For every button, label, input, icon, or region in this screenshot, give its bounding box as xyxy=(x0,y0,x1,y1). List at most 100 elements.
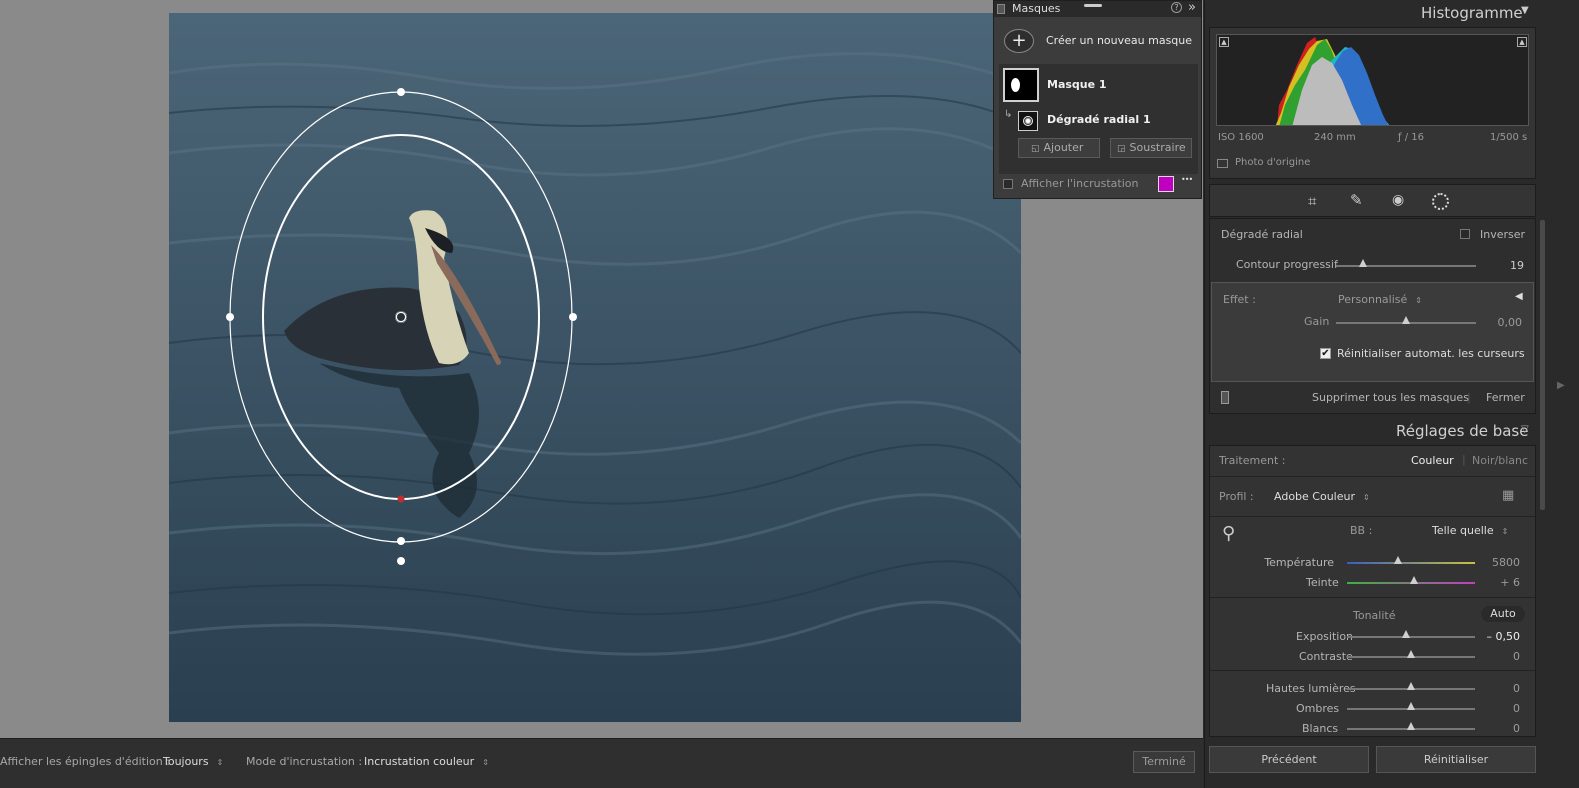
highlights-thumb[interactable] xyxy=(1407,682,1415,690)
left-handle[interactable] xyxy=(226,313,234,321)
histogram-title[interactable]: Histogramme xyxy=(1421,4,1523,22)
radial-gradient-label[interactable]: Dégradé radial 1 xyxy=(1047,113,1151,126)
overlay-color-swatch[interactable] xyxy=(1158,176,1174,192)
whites-thumb[interactable] xyxy=(1407,722,1415,730)
expand-panel-icon[interactable]: ▶ xyxy=(1557,380,1565,391)
gain-value[interactable]: 0,00 xyxy=(1482,316,1523,329)
add-button[interactable]: ◱ Ajouter xyxy=(1018,138,1100,158)
auto-reset-checkbox[interactable]: ✔ xyxy=(1320,348,1331,359)
outer-feather-ellipse[interactable] xyxy=(229,91,573,543)
highlight-clipping-icon[interactable]: ▲ xyxy=(1517,37,1527,47)
mask1-label[interactable]: Masque 1 xyxy=(1047,78,1107,91)
toggle-switch-icon[interactable] xyxy=(1221,391,1229,404)
masking-icon[interactable] xyxy=(1432,193,1449,210)
rotate-handle[interactable] xyxy=(397,557,405,565)
right-handle[interactable] xyxy=(569,313,577,321)
help-icon[interactable]: ? xyxy=(1171,2,1182,13)
delete-all-masks-button[interactable]: Supprimer tous les masques xyxy=(1312,391,1469,404)
feather-label: Contour progressif xyxy=(1236,258,1338,271)
shadows-value[interactable]: 0 xyxy=(1480,702,1520,715)
healing-icon[interactable]: ✎ xyxy=(1350,191,1363,209)
subtract-button[interactable]: ◲ Soustraire xyxy=(1110,138,1192,158)
bottom-toolbar: Afficher les épingles d'édition : Toujou… xyxy=(0,738,1203,788)
feather-value[interactable]: 19 xyxy=(1484,259,1524,272)
effect-collapse-icon[interactable]: ◀ xyxy=(1515,291,1523,302)
more-options-icon[interactable]: ••• xyxy=(1181,175,1193,184)
exposure-thumb[interactable] xyxy=(1401,630,1410,638)
done-button[interactable]: Terminé xyxy=(1133,751,1195,773)
temperature-thumb[interactable] xyxy=(1394,556,1403,564)
tint-label: Teinte xyxy=(1306,576,1339,589)
tint-thumb[interactable] xyxy=(1409,576,1418,584)
inner-ellipse[interactable] xyxy=(262,134,540,500)
photo-canvas[interactable] xyxy=(169,13,1021,722)
reset-button[interactable]: Réinitialiser xyxy=(1376,746,1536,773)
close-button[interactable]: Fermer xyxy=(1486,391,1525,404)
temperature-slider[interactable] xyxy=(1347,562,1475,564)
effect-label: Effet : xyxy=(1223,293,1256,306)
collapse-triangle-icon[interactable]: ▽ xyxy=(1521,424,1529,435)
bottom-handle[interactable] xyxy=(397,537,405,545)
redeye-icon[interactable]: ◉ xyxy=(1392,192,1404,208)
drag-handle-icon[interactable] xyxy=(1084,4,1102,7)
invert-label: Inverser xyxy=(1480,228,1526,241)
shadow-clipping-icon[interactable]: ▲ xyxy=(1219,37,1229,47)
temperature-value[interactable]: 5800 xyxy=(1480,556,1520,569)
treatment-label: Traitement : xyxy=(1219,454,1286,467)
masks-panel: Masques ? » + Créer un nouveau masque Ma… xyxy=(993,0,1202,199)
focal-info: 240 mm xyxy=(1314,132,1356,143)
basic-section: Traitement : Couleur | Noir/blanc Profil… xyxy=(1209,445,1536,737)
overlay-mode-select[interactable]: Incrustation couleur ⇕ xyxy=(364,755,489,768)
radial-gradient-overlay xyxy=(226,88,577,565)
original-photo-label[interactable]: Photo d'origine xyxy=(1235,157,1310,168)
center-pin[interactable] xyxy=(395,311,407,323)
exposure-slider[interactable] xyxy=(1347,636,1475,638)
highlights-value[interactable]: 0 xyxy=(1480,682,1520,695)
original-photo-icon[interactable] xyxy=(1217,159,1228,168)
gain-thumb[interactable] xyxy=(1402,316,1410,324)
crop-icon[interactable]: ⌗ xyxy=(1308,192,1316,210)
child-arrow-icon: ↳ xyxy=(1004,109,1013,120)
effect-select[interactable]: Personnalisé ⇕ xyxy=(1338,293,1422,306)
top-handle[interactable] xyxy=(397,88,405,96)
panel-grip-icon[interactable] xyxy=(997,4,1005,14)
shadows-thumb[interactable] xyxy=(1407,702,1415,710)
temperature-label: Température xyxy=(1264,556,1334,569)
separator: | xyxy=(1462,453,1466,466)
add-icon: ◱ xyxy=(1031,144,1040,154)
radial-gradient-thumbnail[interactable] xyxy=(1018,111,1038,131)
updown-icon: ⇕ xyxy=(482,758,489,767)
whites-value[interactable]: 0 xyxy=(1480,722,1520,735)
histogram-section: ▲ ▲ ISO 1600 240 mm ƒ / 16 1/500 s Photo… xyxy=(1209,27,1536,179)
collapse-triangle-icon[interactable]: ▼ xyxy=(1521,5,1529,16)
create-mask-button[interactable]: Créer un nouveau masque xyxy=(1046,34,1192,47)
contrast-thumb[interactable] xyxy=(1407,650,1415,658)
invert-checkbox[interactable] xyxy=(1460,229,1470,239)
feather-slider[interactable] xyxy=(1336,265,1476,267)
auto-tone-button[interactable]: Auto xyxy=(1481,606,1525,622)
panel-scrollbar[interactable] xyxy=(1540,220,1545,510)
contrast-value[interactable]: 0 xyxy=(1480,650,1520,663)
feather-thumb[interactable] xyxy=(1358,259,1367,267)
mask-ellipse-icon xyxy=(1011,78,1020,92)
mask1-thumbnail[interactable] xyxy=(1003,68,1039,102)
profile-select[interactable]: Adobe Couleur ⇕ xyxy=(1274,490,1370,503)
create-mask-plus-icon[interactable]: + xyxy=(1004,29,1034,53)
treatment-bw-option[interactable]: Noir/blanc xyxy=(1472,454,1528,467)
profile-browser-icon[interactable]: ▦ xyxy=(1502,488,1515,503)
feather-handle[interactable] xyxy=(397,495,405,503)
overlay-mode-label: Mode d'incrustation : xyxy=(246,755,363,768)
right-panel: Histogramme ▼ ▲ ▲ ISO 1600 240 mm ƒ / 16… xyxy=(1204,0,1539,788)
eyedropper-icon[interactable]: ⚲ xyxy=(1222,523,1235,544)
treatment-color-option[interactable]: Couleur xyxy=(1411,454,1454,467)
tint-value[interactable]: + 6 xyxy=(1480,576,1520,589)
collapse-icon[interactable]: » xyxy=(1188,0,1196,15)
masks-panel-header[interactable]: Masques ? » xyxy=(994,0,1201,17)
show-pins-select[interactable]: Toujours ⇕ xyxy=(163,755,223,768)
wb-select[interactable]: Telle quelle ⇕ xyxy=(1432,524,1508,537)
exposure-value[interactable]: – 0,50 xyxy=(1480,630,1521,643)
overlay-checkbox[interactable] xyxy=(1003,179,1013,189)
histogram-graph[interactable]: ▲ ▲ xyxy=(1216,34,1529,126)
basic-title[interactable]: Réglages de base xyxy=(1396,422,1528,440)
previous-button[interactable]: Précédent xyxy=(1209,746,1369,773)
